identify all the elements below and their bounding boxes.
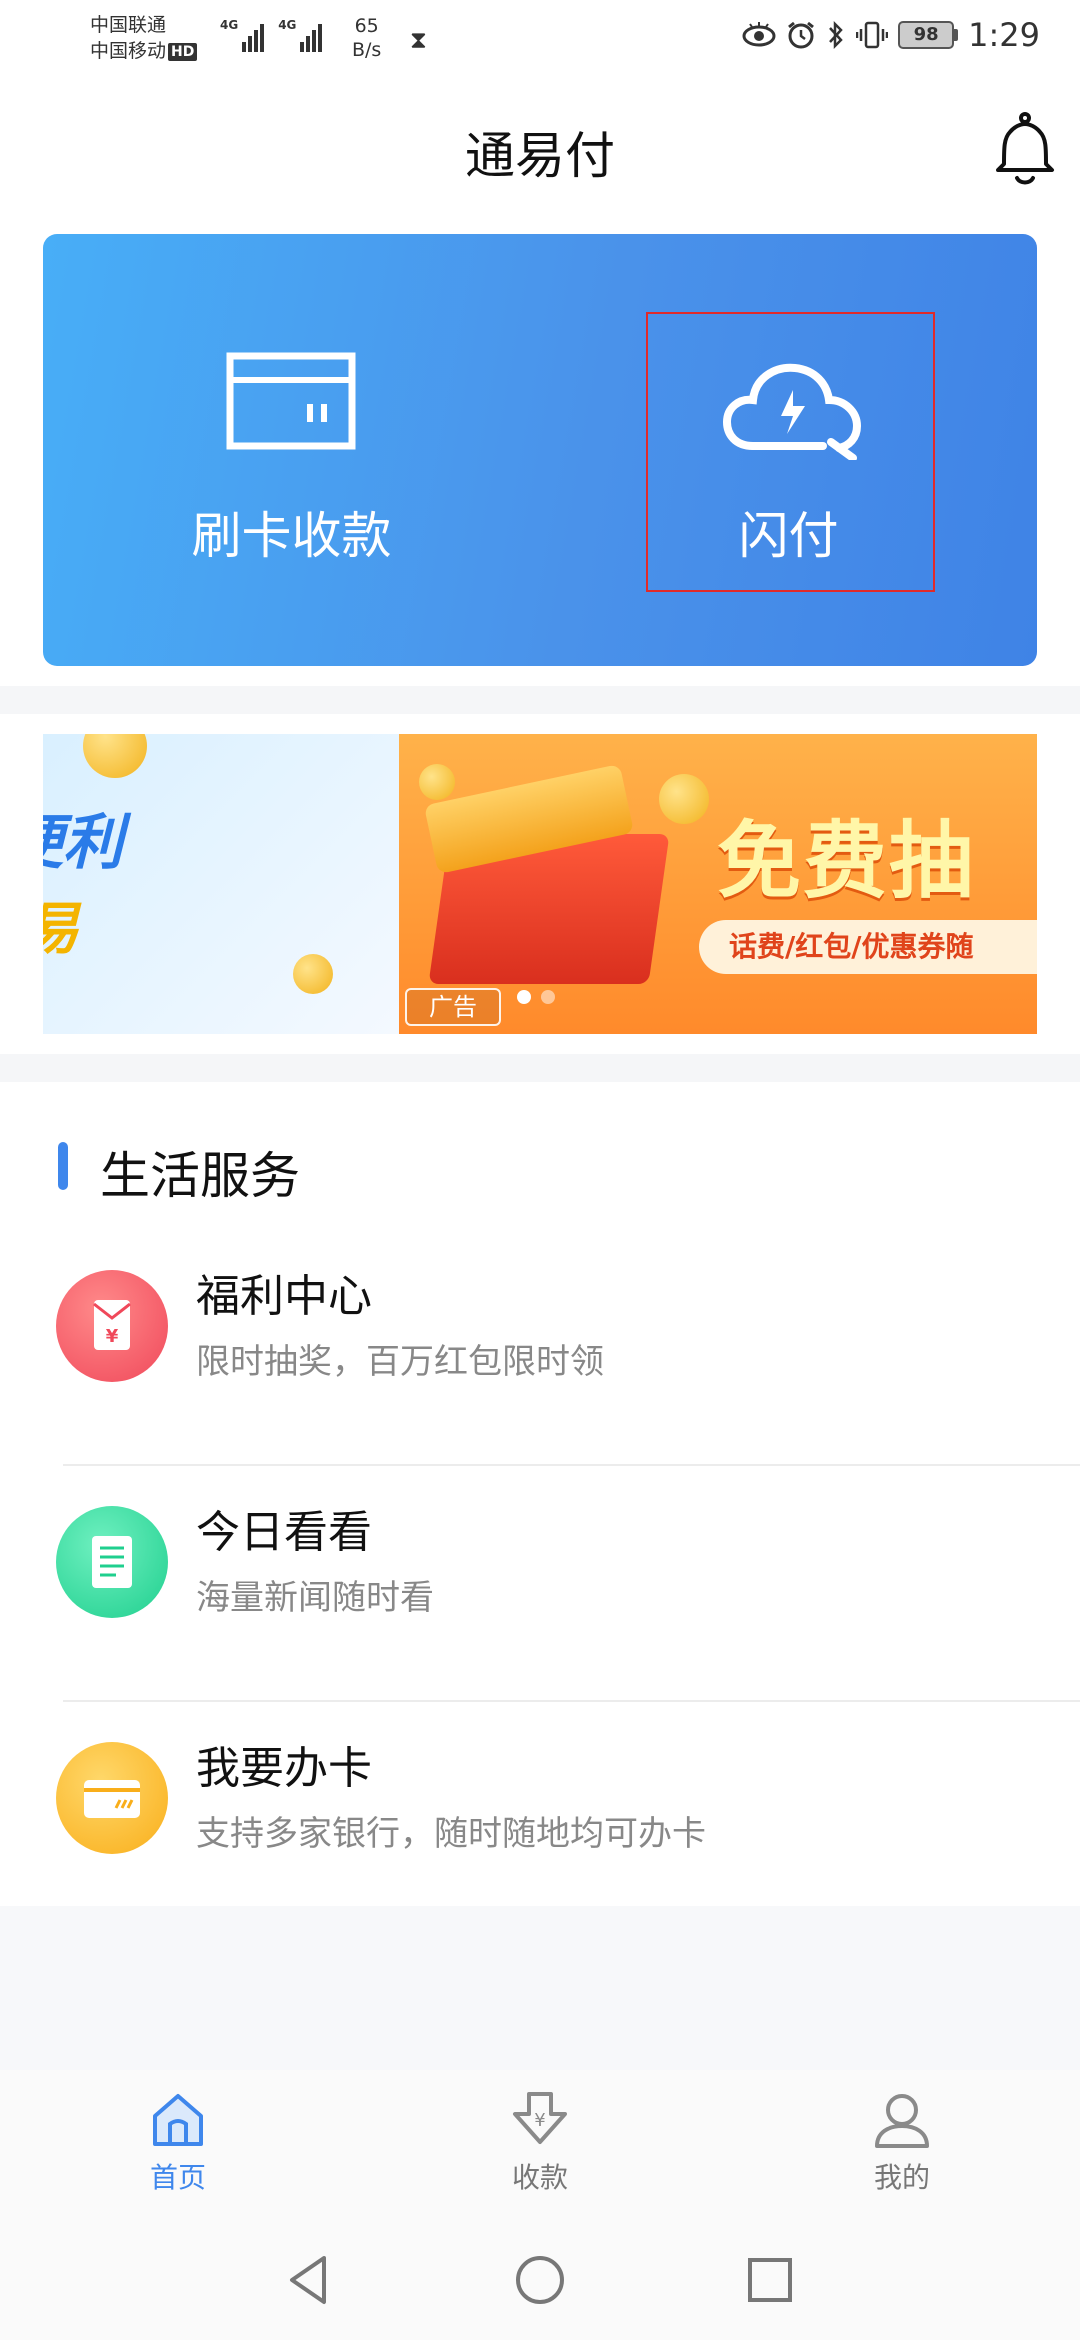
section-divider: [0, 686, 1080, 714]
service-item-apply-card[interactable]: 我要办卡 支持多家银行，随时随地均可办卡: [0, 1702, 1080, 1938]
red-envelope-icon: ¥: [56, 1270, 168, 1382]
service-description: 海量新闻随时看: [196, 1578, 434, 1618]
eye-comfort-icon: [742, 22, 776, 47]
selection-highlight-box: [646, 312, 935, 592]
tab-receive-label: 收款: [511, 2161, 568, 2194]
ad-badge: 广告: [405, 988, 501, 1026]
hourglass-icon: ⧗: [410, 26, 427, 54]
clock: 1:29: [968, 16, 1040, 54]
tab-home[interactable]: 首页: [78, 2088, 278, 2208]
swipe-card-payment-button[interactable]: 刷卡收款: [43, 234, 540, 666]
signal-icon: 4G: [220, 18, 265, 52]
tab-profile-label: 我的: [873, 2161, 930, 2194]
svg-text:¥: ¥: [106, 1326, 119, 1347]
signal-icon: 4G: [278, 18, 323, 52]
section-divider: [0, 1054, 1080, 1082]
service-item-today-news[interactable]: 今日看看 海量新闻随时看: [0, 1466, 1080, 1702]
swipe-card-payment-label: 刷卡收款: [191, 507, 392, 565]
carousel-dot: [517, 990, 531, 1004]
service-name: 我要办卡: [196, 1743, 372, 1794]
battery-level: 98: [898, 21, 955, 49]
carousel-indicator: [517, 990, 555, 1004]
speed-value: 65: [354, 15, 379, 37]
section-title-accent: [58, 1142, 68, 1190]
home-button-icon[interactable]: [510, 2250, 570, 2310]
carrier-2: 中国移动: [90, 40, 167, 62]
carousel-dot: [541, 990, 555, 1004]
section-title: 生活服务: [100, 1147, 300, 1205]
hd-badge: HD: [168, 42, 198, 61]
notification-bell-icon[interactable]: [990, 108, 1060, 188]
news-icon: [56, 1506, 168, 1618]
carrier-1: 中国联通: [90, 14, 167, 36]
home-icon: [153, 2094, 203, 2146]
promo-banner-carousel[interactable]: 便利 易 免费抽 话费/红包/优惠券随 广告: [43, 734, 1037, 1034]
banner-slide-previous: 便利 易: [43, 734, 399, 1034]
network-type-2: 4G: [278, 18, 297, 32]
status-bar: 中国联通 中国移动 HD 4G 4G 65 B/s ⧗ 98 1:29: [0, 0, 1080, 78]
page-title: 通易付: [465, 127, 615, 185]
carrier-info: 中国联通 中国移动 HD: [90, 12, 198, 64]
tab-home-label: 首页: [149, 2161, 206, 2194]
back-icon[interactable]: [280, 2250, 340, 2310]
signal-indicators: 4G 4G: [220, 18, 323, 52]
network-type-1: 4G: [220, 18, 239, 32]
banner-left-text-1: 便利: [43, 808, 123, 878]
bottom-tab-bar: 首页 ¥ 收款 我的: [0, 2070, 1080, 2220]
network-speed: 65 B/s: [352, 14, 381, 62]
tab-receive[interactable]: ¥ 收款: [440, 2088, 640, 2208]
service-description: 支持多家银行，随时随地均可办卡: [196, 1814, 706, 1854]
banner-left-text-2: 易: [43, 884, 79, 965]
system-navigation-bar: [0, 2220, 1080, 2340]
speed-unit: B/s: [352, 39, 382, 61]
service-item-welfare-center[interactable]: ¥ 福利中心 限时抽奖，百万红包限时领: [0, 1230, 1080, 1466]
battery-icon: 98: [898, 21, 959, 49]
svg-text:¥: ¥: [534, 2110, 545, 2131]
profile-icon: [875, 2094, 929, 2148]
banner-subline: 话费/红包/优惠券随: [699, 920, 1037, 974]
receive-payment-icon: ¥: [513, 2092, 567, 2144]
banner-headline: 免费抽: [717, 812, 976, 910]
service-name: 今日看看: [196, 1507, 372, 1558]
status-icons: 98 1:29: [742, 16, 1040, 54]
life-services-section: 生活服务 ¥ 福利中心 限时抽奖，百万红包限时领 今日看看 海量新闻随时看 我要…: [0, 1092, 1080, 1906]
app-header: 通易付: [0, 100, 1080, 196]
service-name: 福利中心: [196, 1271, 372, 1322]
card-reader-icon: [226, 352, 356, 450]
empty-area: [0, 1906, 1080, 2070]
service-description: 限时抽奖，百万红包限时领: [196, 1342, 604, 1382]
alarm-icon: [788, 21, 815, 49]
bluetooth-icon: [829, 20, 843, 50]
bank-card-icon: [56, 1742, 168, 1854]
tab-profile[interactable]: 我的: [802, 2088, 1002, 2208]
vibrate-icon: [856, 21, 889, 49]
recent-apps-icon[interactable]: [740, 2250, 800, 2310]
